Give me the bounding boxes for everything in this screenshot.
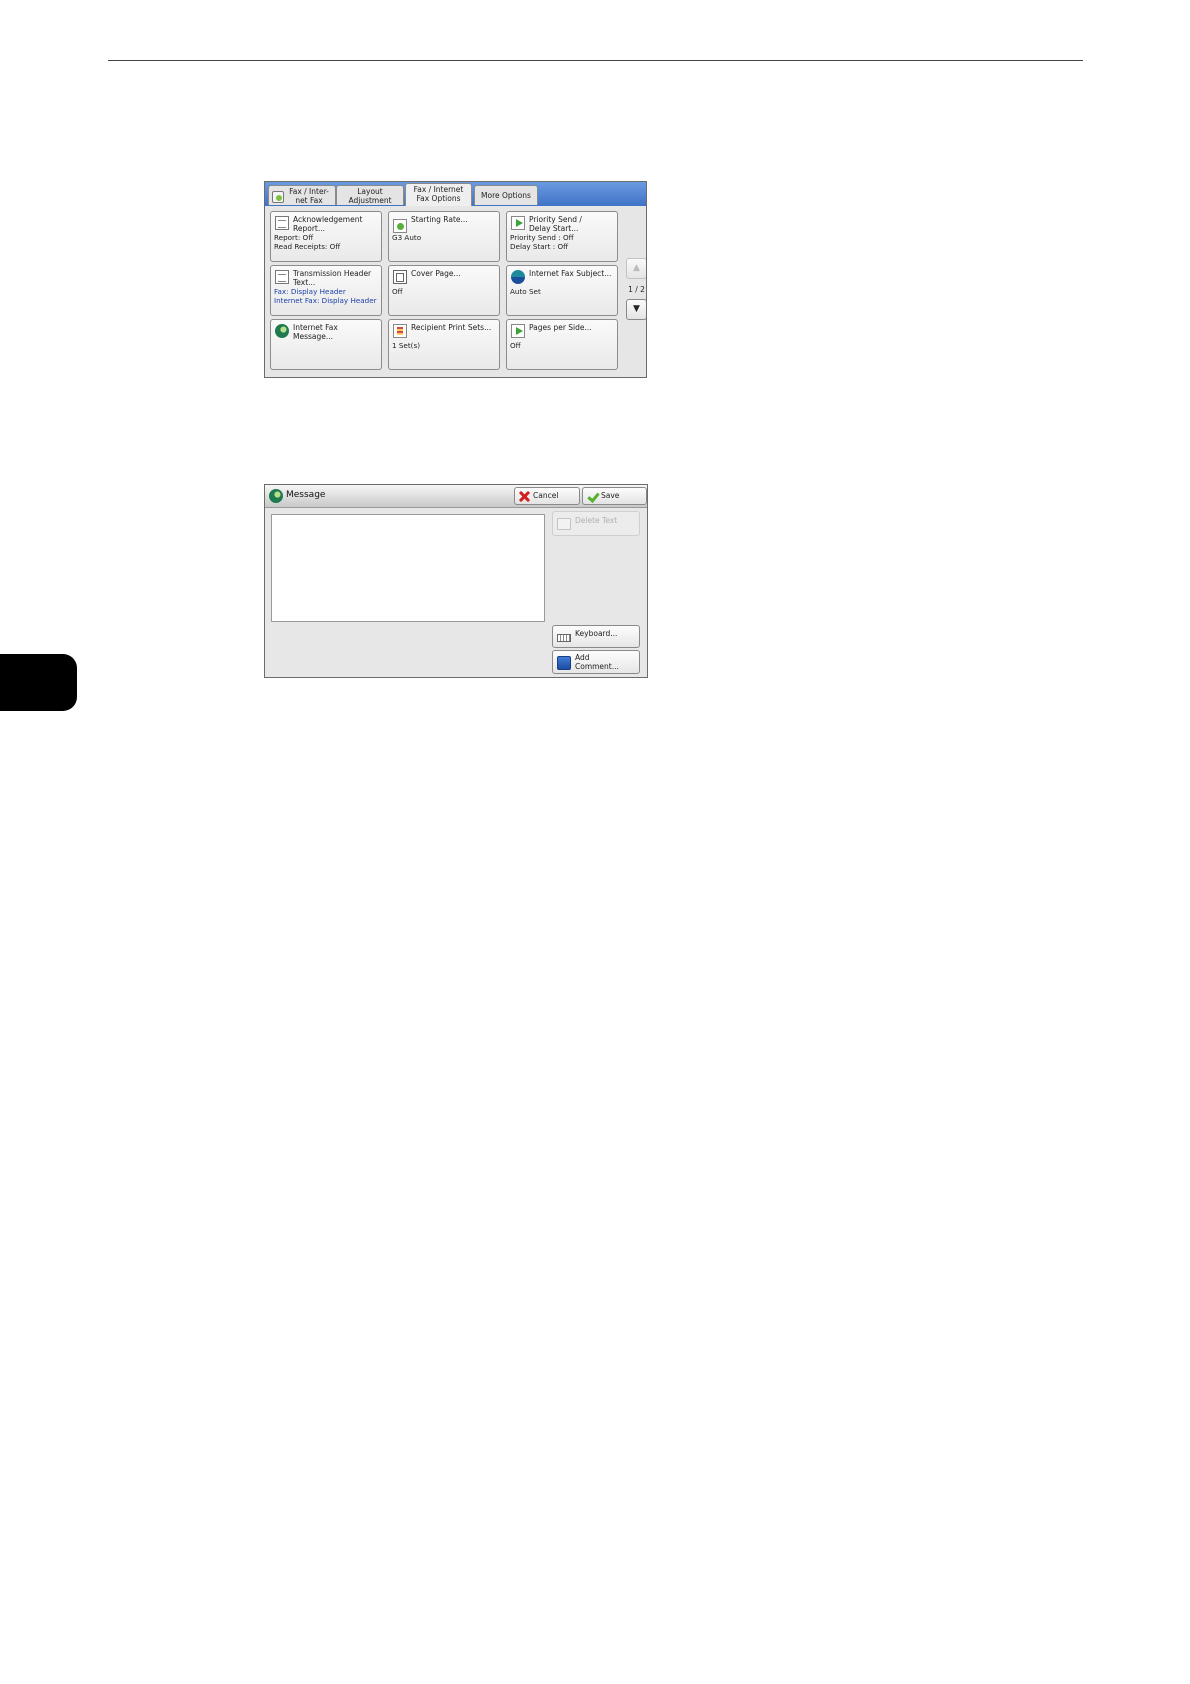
tab-label: Fax / Inter- net Fax [289, 187, 329, 205]
add-comment-button[interactable]: Add Comment... [552, 650, 640, 674]
check-icon [587, 491, 598, 502]
cancel-button[interactable]: Cancel [514, 487, 580, 505]
delete-text-label: Delete Text [575, 516, 618, 525]
transmission-header-text-button[interactable]: Transmission Header Text... Fax: Display… [270, 265, 382, 316]
internet-fax-globe-icon [269, 489, 283, 503]
add-comment-label: Add Comment... [575, 653, 619, 671]
header-text-icon [275, 270, 289, 284]
button-status: G3 Auto [392, 233, 422, 242]
button-label: Starting Rate... [411, 215, 468, 224]
internet-fax-message-button[interactable]: Internet Fax Message... [270, 319, 382, 370]
scroll-up-button[interactable]: ▲ [626, 258, 646, 279]
button-status: Off [392, 287, 403, 296]
tab-layout-adjustment[interactable]: Layout Adjustment [336, 185, 404, 205]
subject-globe-icon [511, 270, 525, 284]
cancel-label: Cancel [533, 491, 559, 500]
button-label: Priority Send / Delay Start... [529, 215, 582, 233]
cover-page-button[interactable]: Cover Page... Off [388, 265, 500, 316]
button-status: Delay Start : Off [510, 242, 569, 251]
button-label: Transmission Header Text... [293, 269, 372, 287]
tab-bar: Fax / Inter- net Fax Layout Adjustment F… [265, 182, 646, 206]
button-status: Off [510, 341, 521, 350]
button-label: Internet Fax Message... [293, 323, 338, 341]
button-label: Pages per Side... [529, 323, 592, 332]
message-text-area[interactable] [271, 514, 545, 622]
starting-rate-icon [393, 219, 407, 233]
fax-options-screen: Fax / Inter- net Fax Layout Adjustment F… [264, 181, 647, 378]
options-panel: Acknowledgement Report... Report: Off Re… [265, 206, 646, 377]
print-sets-icon [393, 324, 407, 338]
message-screen: Message Cancel Save Delete Text Keyboard… [264, 484, 648, 678]
keyboard-button[interactable]: Keyboard... [552, 625, 640, 648]
keyboard-label: Keyboard... [575, 629, 618, 638]
button-status: Internet Fax: Display Header [274, 296, 377, 305]
page-header-rule [108, 60, 1083, 61]
tab-label: Fax / Internet Fax Options [413, 185, 464, 203]
screen-title: Message [286, 490, 326, 500]
fax-icon [272, 191, 284, 203]
button-label: Acknowledgement Report... [293, 215, 363, 233]
message-globe-icon [275, 324, 289, 338]
comment-icon [557, 656, 571, 670]
keyboard-icon [557, 634, 571, 642]
button-label: Cover Page... [411, 269, 461, 278]
report-icon [275, 216, 289, 230]
button-label: Recipient Print Sets... [411, 323, 492, 332]
delete-text-button[interactable]: Delete Text [552, 511, 640, 536]
close-icon [519, 491, 530, 502]
button-status: Auto Set [510, 287, 541, 296]
tab-fax-internet-fax-options[interactable]: Fax / Internet Fax Options [405, 183, 472, 206]
starting-rate-button[interactable]: Starting Rate... G3 Auto [388, 211, 500, 262]
acknowledgement-report-button[interactable]: Acknowledgement Report... Report: Off Re… [270, 211, 382, 262]
button-label: Internet Fax Subject... [529, 269, 612, 278]
title-bar: Message Cancel Save [265, 485, 647, 508]
chapter-tab-marker [0, 654, 77, 711]
chevron-down-icon: ▼ [633, 304, 640, 314]
tab-fax-internet-fax[interactable]: Fax / Inter- net Fax [268, 185, 336, 205]
button-status: 1 Set(s) [392, 341, 421, 350]
button-status: Read Receipts: Off [274, 242, 341, 251]
scroll-down-button[interactable]: ▼ [626, 299, 646, 320]
tab-label: Layout Adjustment [348, 187, 392, 205]
recipient-print-sets-button[interactable]: Recipient Print Sets... 1 Set(s) [388, 319, 500, 370]
pages-per-side-button[interactable]: Pages per Side... Off [506, 319, 618, 370]
pages-per-side-icon [511, 324, 525, 338]
priority-send-delay-start-button[interactable]: Priority Send / Delay Start... Priority … [506, 211, 618, 262]
internet-fax-subject-button[interactable]: Internet Fax Subject... Auto Set [506, 265, 618, 316]
cover-page-icon [393, 270, 407, 284]
priority-send-icon [511, 216, 525, 230]
trash-icon [557, 518, 571, 530]
save-button[interactable]: Save [582, 487, 647, 505]
chevron-up-icon: ▲ [633, 263, 640, 273]
tab-label: More Options [481, 191, 531, 200]
tab-more-options[interactable]: More Options [474, 185, 538, 205]
save-label: Save [601, 491, 620, 500]
page-indicator: 1 / 2 [628, 285, 645, 294]
